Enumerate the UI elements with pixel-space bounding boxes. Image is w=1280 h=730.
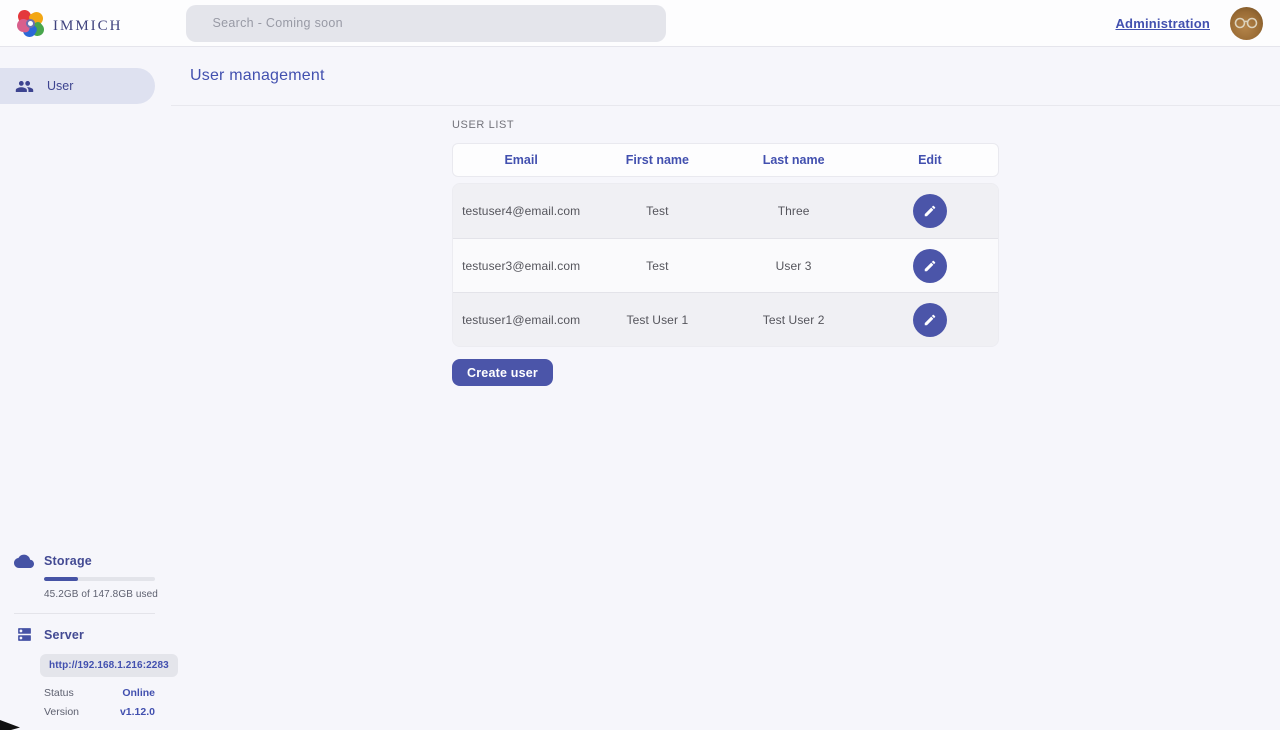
table-row: testuser4@email.comTestThree	[453, 184, 998, 238]
group-icon	[15, 77, 34, 96]
cell-email: testuser4@email.com	[453, 204, 589, 218]
storage-usage-text: 45.2GB of 147.8GB used	[44, 589, 171, 600]
cell-edit	[862, 303, 998, 337]
storage-title: Storage	[44, 554, 92, 568]
dns-icon	[14, 626, 34, 643]
server-status-row: Status Online	[44, 687, 155, 699]
user-list-label: USER LIST	[452, 119, 999, 131]
server-status-label: Status	[44, 687, 74, 699]
user-table-rows: testuser4@email.comTestThreetestuser3@em…	[452, 183, 999, 347]
edit-user-button[interactable]	[913, 303, 947, 337]
cell-email: testuser3@email.com	[453, 259, 589, 273]
server-version-label: Version	[44, 706, 79, 718]
table-row: testuser3@email.comTestUser 3	[453, 238, 998, 292]
pencil-icon	[923, 204, 937, 218]
cell-first-name: Test User 1	[589, 313, 725, 327]
sidebar: User Storage 45.2GB of 147.8GB used	[0, 47, 171, 730]
cell-last-name: Three	[726, 204, 862, 218]
cell-last-name: Test User 2	[726, 313, 862, 327]
server-url-badge: http://192.168.1.216:2283	[40, 654, 178, 677]
table-row: testuser1@email.comTest User 1Test User …	[453, 292, 998, 346]
sidebar-item-user[interactable]: User	[0, 68, 155, 104]
page-title: User management	[190, 67, 325, 85]
edit-user-button[interactable]	[913, 194, 947, 228]
storage-progress-bar	[44, 577, 155, 581]
user-avatar[interactable]	[1230, 7, 1263, 40]
topbar: IMMICH Administration	[0, 0, 1280, 47]
server-status-value: Online	[122, 687, 155, 699]
pencil-icon	[923, 259, 937, 273]
cell-edit	[862, 249, 998, 283]
create-user-button[interactable]: Create user	[452, 359, 553, 386]
sidebar-item-user-label: User	[47, 79, 73, 93]
cell-email: testuser1@email.com	[453, 313, 589, 327]
page-title-bar: User management	[171, 47, 1280, 106]
cell-first-name: Test	[589, 259, 725, 273]
immich-flower-icon	[17, 10, 44, 37]
column-header-last-name: Last name	[726, 153, 862, 167]
column-header-email: Email	[453, 153, 589, 167]
sidebar-info-panel: Storage 45.2GB of 147.8GB used Server ht…	[0, 553, 171, 730]
search-input[interactable]	[186, 5, 666, 42]
pencil-icon	[923, 313, 937, 327]
cell-edit	[862, 194, 998, 228]
app-title: IMMICH	[53, 11, 123, 36]
cell-first-name: Test	[589, 204, 725, 218]
search-bar	[186, 5, 666, 42]
user-table-header: EmailFirst nameLast nameEdit	[452, 143, 999, 177]
server-version-row: Version v1.12.0	[44, 706, 155, 718]
storage-progress-fill	[44, 577, 78, 581]
main-content: User management USER LIST EmailFirst nam…	[171, 47, 1280, 730]
cloud-icon	[14, 553, 34, 568]
administration-link[interactable]: Administration	[1115, 16, 1210, 31]
server-version-value: v1.12.0	[120, 706, 155, 718]
column-header-edit: Edit	[862, 153, 998, 167]
cell-last-name: User 3	[726, 259, 862, 273]
app-logo[interactable]: IMMICH	[17, 10, 123, 37]
server-title: Server	[44, 628, 84, 642]
edit-user-button[interactable]	[913, 249, 947, 283]
sidebar-divider	[14, 613, 155, 614]
storage-section-header: Storage	[0, 553, 171, 568]
column-header-first-name: First name	[589, 153, 725, 167]
glasses-icon	[1234, 17, 1259, 29]
server-section-header: Server	[0, 626, 171, 643]
